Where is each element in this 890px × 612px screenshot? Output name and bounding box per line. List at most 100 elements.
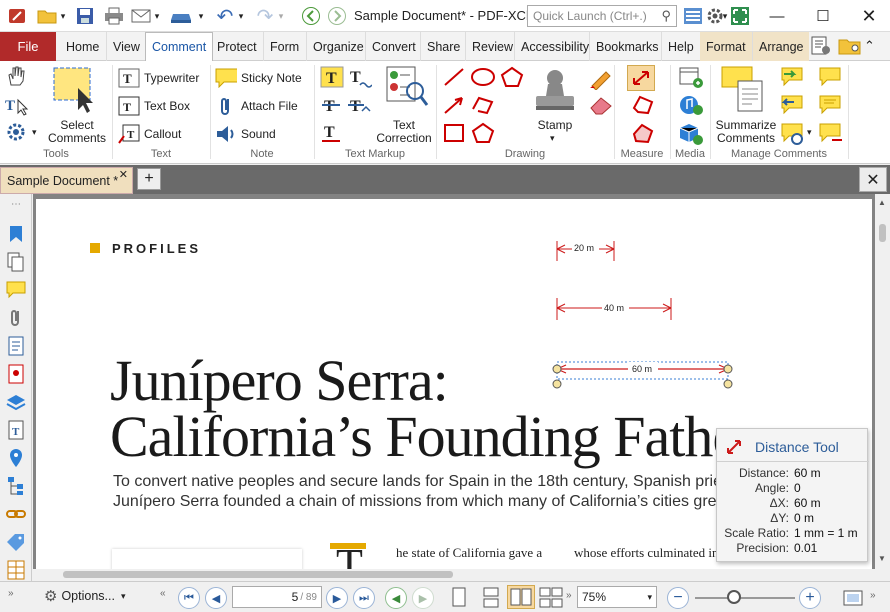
tab-protect[interactable]: Protect [211, 32, 263, 61]
hand-tool-icon[interactable] [5, 65, 27, 90]
perimeter-tool-icon[interactable] [630, 94, 656, 119]
eraser-icon[interactable] [588, 94, 614, 119]
scroll-up-icon[interactable]: ▲ [878, 198, 886, 207]
signatures-icon[interactable] [6, 364, 26, 384]
oval-tool-icon[interactable] [470, 66, 496, 91]
collapse-ribbon-icon[interactable]: ⌃ [864, 38, 875, 54]
sidebar-expand-icon[interactable]: » [8, 588, 14, 599]
sticky-note-button[interactable]: Sticky Note [215, 67, 302, 89]
tab-arrange[interactable]: Arrange [752, 32, 810, 61]
callout-button[interactable]: T Callout [118, 123, 181, 145]
squiggly-text-icon[interactable]: T [320, 122, 344, 147]
distance-measurements[interactable] [536, 235, 776, 395]
chevron-down-icon[interactable]: ▾ [58, 5, 68, 27]
typewriter-button[interactable]: T Typewriter [118, 67, 199, 89]
horizontal-scroll-thumb[interactable] [63, 571, 453, 578]
comment-list-icon[interactable] [818, 94, 844, 119]
polygon-tool-icon[interactable] [500, 66, 524, 91]
layers-icon[interactable] [6, 392, 26, 412]
video-icon[interactable] [678, 65, 704, 92]
fit-page-icon[interactable] [842, 588, 864, 611]
tab-help[interactable]: Help [661, 32, 700, 61]
pentagon-tool-icon[interactable] [470, 122, 496, 147]
zoom-select[interactable]: 75% ▾ [577, 586, 657, 608]
close-window-button[interactable]: ✕ [854, 4, 884, 28]
rectangle-tool-icon[interactable] [442, 122, 466, 147]
previous-view-button[interactable]: ◀ [385, 587, 407, 609]
chevron-down-icon[interactable]: ▾ [550, 133, 555, 144]
summarize-comments-icon[interactable] [720, 65, 768, 118]
import-comments-icon[interactable] [780, 66, 806, 91]
maximize-button[interactable]: ☐ [808, 4, 838, 28]
select-comments-label[interactable]: Select Comments [44, 119, 110, 145]
first-page-button[interactable]: ⏮ [178, 587, 200, 609]
minimize-button[interactable]: — [762, 4, 792, 28]
next-page-button[interactable]: ▶ [326, 587, 348, 609]
zoom-out-button[interactable]: − [667, 587, 689, 609]
email-icon[interactable] [131, 5, 153, 27]
tab-organize[interactable]: Organize [306, 32, 370, 61]
pencil-icon[interactable] [588, 66, 614, 93]
horizontal-scrollbar[interactable] [33, 569, 875, 580]
destinations-icon[interactable] [6, 448, 26, 468]
zoom-in-button[interactable]: + [799, 587, 821, 609]
close-document-button[interactable]: ✕ [859, 167, 887, 192]
chevron-down-icon[interactable]: ▾ [236, 5, 246, 27]
tab-convert[interactable]: Convert [365, 32, 422, 61]
facing-view-button[interactable] [507, 585, 535, 609]
select-comments-icon[interactable] [52, 66, 100, 117]
3d-model-icon[interactable] [678, 122, 704, 149]
ribbon-display-icon[interactable] [810, 36, 832, 59]
sidebar-grip-icon[interactable]: ⋯ [6, 198, 26, 210]
stamp-icon[interactable] [530, 66, 580, 119]
replace-text-icon[interactable]: T [348, 94, 372, 119]
tab-review[interactable]: Review [465, 32, 519, 61]
area-tool-icon[interactable] [630, 122, 656, 147]
flatten-comments-icon[interactable] [818, 122, 844, 149]
links-icon[interactable] [6, 504, 26, 524]
customize-toolbar-icon[interactable] [682, 5, 704, 27]
scroll-down-icon[interactable]: ▼ [878, 554, 886, 563]
text-correction-icon[interactable] [385, 65, 429, 112]
content-icon[interactable]: T [6, 420, 26, 440]
tab-format[interactable]: Format [700, 32, 752, 61]
last-page-button[interactable]: ⏭ [353, 587, 375, 609]
zoom-slider-thumb[interactable] [727, 590, 741, 604]
tab-comment[interactable]: Comment [145, 32, 214, 61]
tab-form[interactable]: Form [263, 32, 305, 61]
tags-tree-icon[interactable] [6, 476, 26, 496]
document-tab[interactable]: Sample Document * ✕ [0, 167, 133, 194]
fullscreen-icon[interactable] [729, 5, 751, 27]
continuous-view-icon[interactable] [480, 587, 502, 612]
sound-button[interactable]: Sound [215, 123, 276, 145]
chevron-down-icon[interactable]: ▾ [32, 127, 37, 138]
text-correction-label[interactable]: Text Correction [372, 119, 436, 145]
page-number-input[interactable]: 5/ 89 [232, 586, 322, 608]
document-properties-icon[interactable] [6, 336, 26, 356]
pages-icon[interactable] [6, 252, 26, 272]
chevron-down-icon[interactable]: ▾ [152, 5, 162, 27]
tab-home[interactable]: Home [60, 32, 105, 61]
single-page-view-icon[interactable] [450, 587, 468, 612]
summarize-comments-label[interactable]: Summarize Comments [712, 119, 780, 145]
zoom-slider-track[interactable] [695, 597, 795, 599]
comment-styles-icon[interactable] [818, 66, 844, 91]
line-tool-icon[interactable] [442, 66, 466, 91]
file-menu-button[interactable]: File [0, 32, 56, 61]
comments-panel-icon[interactable] [6, 280, 26, 300]
vertical-scrollbar[interactable]: ▲ ▼ [875, 194, 890, 580]
print-icon[interactable] [103, 5, 125, 27]
strikeout-text-icon[interactable]: T [320, 94, 344, 119]
continuous-facing-view-icon[interactable] [538, 587, 564, 612]
polyline-tool-icon[interactable] [470, 94, 496, 119]
tab-view[interactable]: View [106, 32, 146, 61]
bookmarks-icon[interactable] [6, 224, 26, 244]
stamp-label[interactable]: Stamp [528, 119, 582, 132]
new-tab-button[interactable]: + [137, 168, 161, 190]
statusbar-expand-icon[interactable]: » [870, 590, 876, 601]
previous-page-button[interactable]: ◀ [205, 587, 227, 609]
export-comments-icon[interactable] [780, 94, 806, 119]
tab-bookmarks[interactable]: Bookmarks [589, 32, 665, 61]
show-comments-icon[interactable] [780, 122, 806, 149]
chevron-down-icon[interactable]: ▾ [196, 5, 206, 27]
